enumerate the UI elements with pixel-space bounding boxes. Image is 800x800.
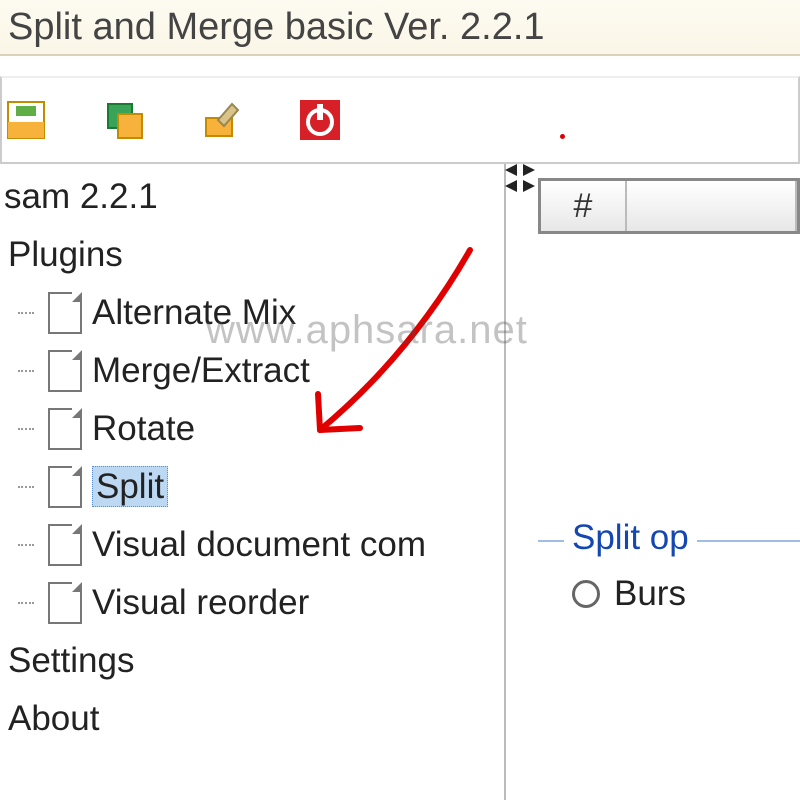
radio-icon (572, 580, 600, 608)
tree-branch-icon (18, 486, 34, 488)
file-table-header: # (538, 178, 800, 234)
page-icon (48, 524, 82, 566)
tree-plugins-label: Plugins (8, 235, 123, 275)
tree-item-label: Merge/Extract (92, 351, 310, 390)
tree-branch-icon (18, 312, 34, 314)
toolbar-copy-icon[interactable] (102, 98, 146, 142)
tree-item-label: Split (92, 466, 168, 507)
tree-item-label: Visual document com (92, 525, 426, 564)
tree-item-rotate[interactable]: Rotate (4, 400, 504, 458)
table-header-rest[interactable] (627, 181, 797, 231)
page-icon (48, 350, 82, 392)
file-table-body (538, 234, 800, 514)
splitter-collapse-icon[interactable] (503, 164, 537, 194)
table-header-hash-label: # (574, 187, 593, 226)
tree-settings[interactable]: Settings (4, 632, 504, 690)
tree-plugins[interactable]: Plugins (4, 226, 504, 284)
tree-about-label: About (8, 699, 99, 739)
tree-item-visual-reorder[interactable]: Visual reorder (4, 574, 504, 632)
tree-branch-icon (18, 428, 34, 430)
window-title-text: Split and Merge basic Ver. 2.2.1 (8, 6, 545, 49)
annotation-dot-icon (560, 134, 565, 139)
toolbar (0, 76, 800, 164)
plugins-tree-sidebar: sam 2.2.1 Plugins Alternate Mix Merge/Ex… (0, 164, 506, 800)
right-panel: # Split op Burs (538, 164, 800, 800)
tree-root-label: sam 2.2.1 (4, 177, 158, 217)
tree-settings-label: Settings (8, 641, 134, 681)
tree-item-visual-document[interactable]: Visual document com (4, 516, 504, 574)
page-icon (48, 292, 82, 334)
toolbar-power-icon[interactable] (298, 98, 342, 142)
tree-root[interactable]: sam 2.2.1 (4, 168, 504, 226)
split-radio-burst-label: Burs (614, 574, 686, 614)
table-header-hash[interactable]: # (541, 181, 627, 231)
toolbar-save-icon[interactable] (4, 98, 48, 142)
tree-item-merge-extract[interactable]: Merge/Extract (4, 342, 504, 400)
window-titlebar: Split and Merge basic Ver. 2.2.1 (0, 0, 800, 56)
split-options-legend: Split op (564, 518, 697, 558)
tree-item-label: Rotate (92, 409, 195, 448)
tree-item-label: Alternate Mix (92, 293, 296, 332)
splitter[interactable] (506, 164, 538, 800)
tree-item-split[interactable]: Split (4, 458, 504, 516)
tree-item-label: Visual reorder (92, 583, 309, 622)
toolbar-brush-icon[interactable] (200, 98, 244, 142)
split-radio-burst[interactable]: Burs (572, 574, 800, 614)
page-icon (48, 408, 82, 450)
page-icon (48, 466, 82, 508)
tree-about[interactable]: About (4, 690, 504, 748)
page-icon (48, 582, 82, 624)
tree-branch-icon (18, 370, 34, 372)
tree-branch-icon (18, 602, 34, 604)
tree-item-alternate-mix[interactable]: Alternate Mix (4, 284, 504, 342)
split-options-group: Split op Burs (538, 540, 800, 614)
tree-branch-icon (18, 544, 34, 546)
